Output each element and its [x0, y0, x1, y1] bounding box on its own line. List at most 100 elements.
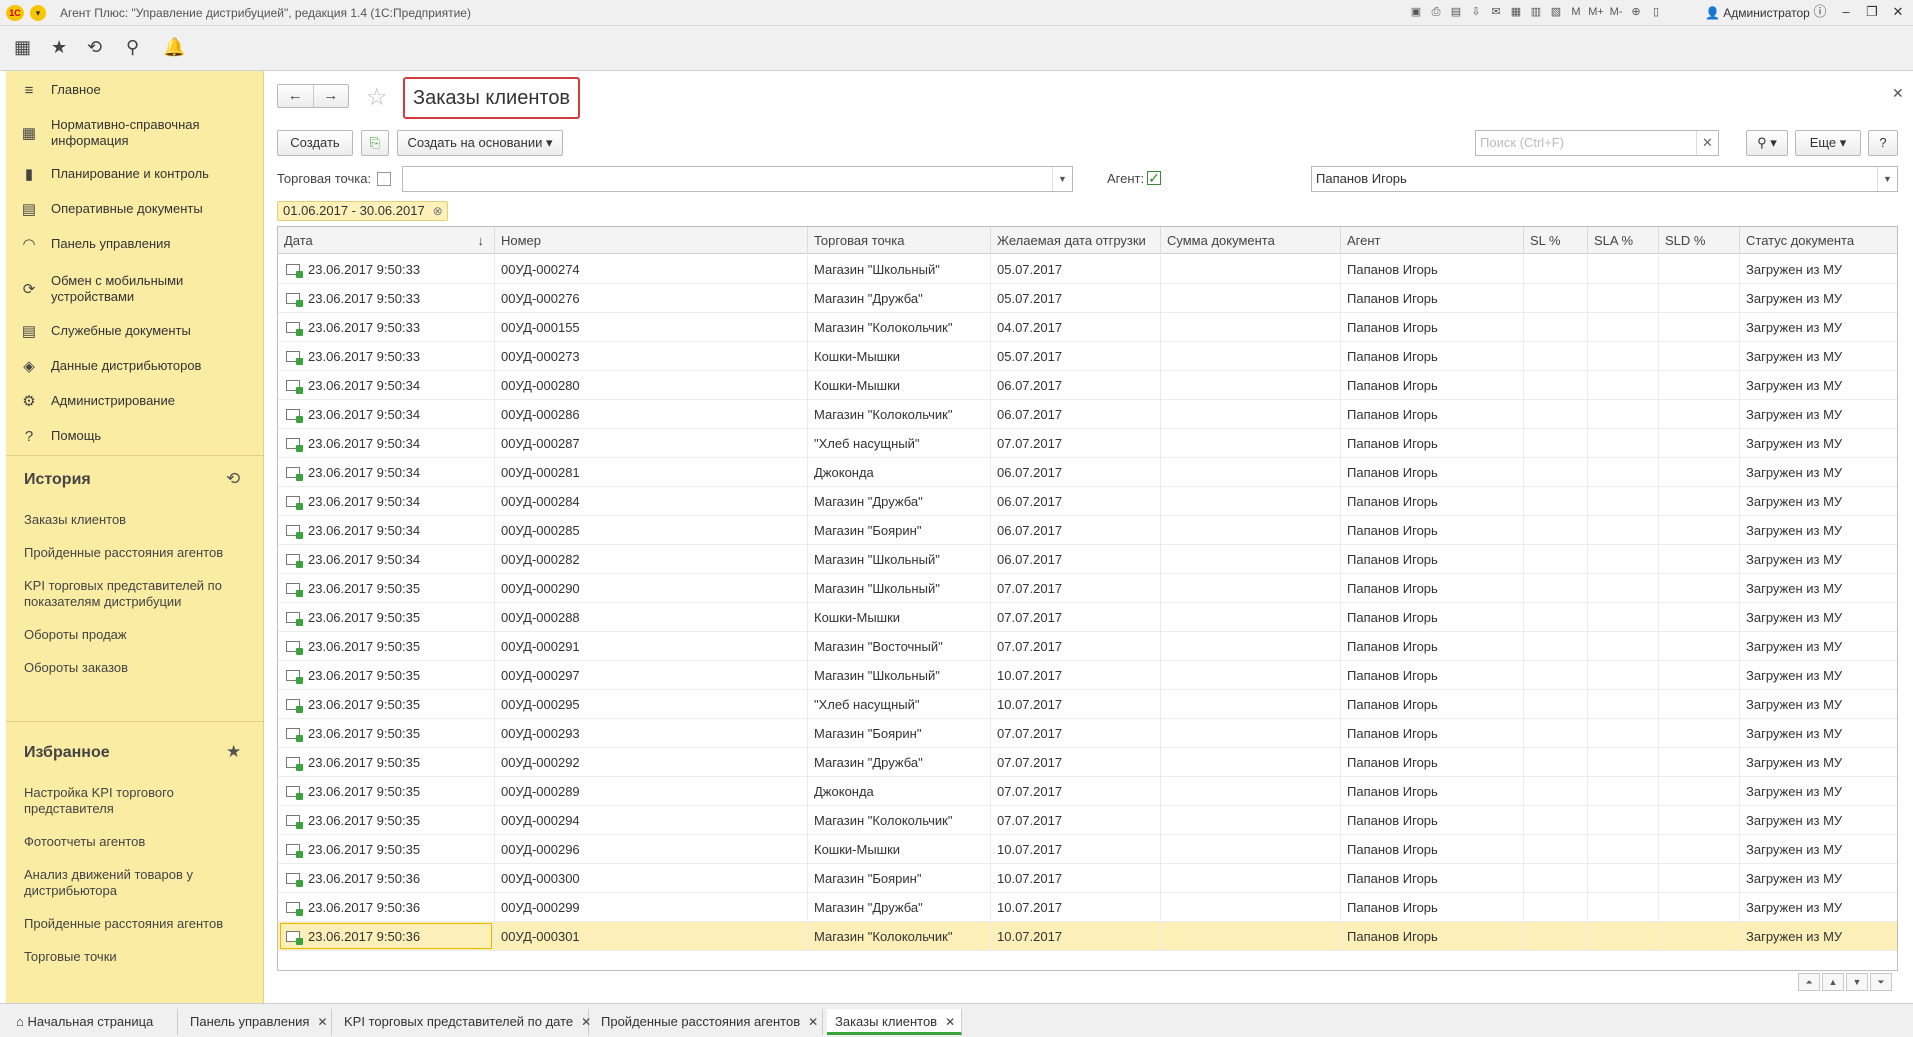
- main-menu-button[interactable]: ▾: [30, 5, 46, 21]
- column-header-ship-date[interactable]: Желаемая дата отгрузки: [991, 227, 1161, 254]
- tab-dashboard[interactable]: Панель управления ✕: [182, 1009, 332, 1035]
- history-icon[interactable]: ⟲: [226, 469, 240, 489]
- table-row[interactable]: 23.06.2017 9:50:34 00УД-000284 Магазин "Др…: [278, 487, 1897, 516]
- sidebar-item-operations[interactable]: ▤ Оперативные документы: [6, 200, 264, 218]
- sidebar-item-planning[interactable]: ▮ Планирование и контроль: [6, 165, 264, 183]
- tab-orders[interactable]: Заказы клиентов ✕: [827, 1009, 962, 1035]
- favorites-link[interactable]: Торговые точки: [24, 949, 249, 965]
- table-row[interactable]: 23.06.2017 9:50:35 00УД-000295 "Хлеб насущ…: [278, 690, 1897, 719]
- favorites-link[interactable]: Пройденные расстояния агентов: [24, 916, 249, 932]
- table-row[interactable]: 23.06.2017 9:50:34 00УД-000286 Магазин "Ко…: [278, 400, 1897, 429]
- sidebar-item-help[interactable]: ? Помощь: [6, 427, 264, 445]
- apps-grid-icon[interactable]: ▦: [14, 37, 31, 58]
- table-row[interactable]: 23.06.2017 9:50:35 00УД-000290 Магазин "Шк…: [278, 574, 1897, 603]
- memory-m-button[interactable]: M: [1568, 4, 1584, 20]
- sidebar-item-admin[interactable]: ⚙ Администрирование: [6, 392, 264, 410]
- close-tab-icon[interactable]: ✕: [945, 1015, 955, 1029]
- table-row[interactable]: 23.06.2017 9:50:34 00УД-000282 Магазин "Шк…: [278, 545, 1897, 574]
- table-row[interactable]: 23.06.2017 9:50:36 00УД-000299 Магазин "Др…: [278, 893, 1897, 922]
- print-preview-icon[interactable]: ▤: [1448, 4, 1464, 20]
- sidebar-item-dashboard[interactable]: ◠ Панель управления: [6, 235, 264, 253]
- agent-filter-field[interactable]: Папанов Игорь ▼: [1311, 166, 1898, 192]
- column-header-status[interactable]: Статус документа: [1740, 227, 1897, 254]
- table-row[interactable]: 23.06.2017 9:50:33 00УД-000273 Кошки-Мышки…: [278, 342, 1897, 371]
- clear-period-icon[interactable]: ⊗: [433, 202, 443, 220]
- scroll-up-button[interactable]: ▲: [1822, 973, 1844, 991]
- scroll-top-button[interactable]: ⏶: [1798, 973, 1820, 991]
- history-link[interactable]: Обороты заказов: [24, 660, 249, 676]
- column-header-date[interactable]: Дата ↓: [278, 227, 495, 254]
- memory-m-minus-button[interactable]: M-: [1608, 4, 1624, 20]
- sidebar-item-reference[interactable]: ▦ Нормативно-справочная информация: [6, 116, 264, 150]
- table-row[interactable]: 23.06.2017 9:50:34 00УД-000280 Кошки-Мышки…: [278, 371, 1897, 400]
- table-row[interactable]: 23.06.2017 9:50:35 00УД-000289 Джоконда 07.…: [278, 777, 1897, 806]
- maximize-button[interactable]: ❐: [1862, 3, 1882, 21]
- sidebar-item-service-docs[interactable]: ▤ Служебные документы: [6, 322, 264, 340]
- close-tab-icon[interactable]: ✕: [581, 1015, 591, 1029]
- zoom-icon[interactable]: ⊕: [1628, 4, 1644, 20]
- chevron-down-icon[interactable]: ▼: [1877, 167, 1897, 191]
- tab-kpi[interactable]: KPI торговых представителей по дате ✕: [336, 1009, 591, 1035]
- minimize-button[interactable]: –: [1836, 3, 1856, 21]
- sidebar-item-main[interactable]: ≡ Главное: [6, 81, 264, 99]
- column-header-sld[interactable]: SLD %: [1659, 227, 1740, 254]
- table-row[interactable]: 23.06.2017 9:50:35 00УД-000294 Магазин "Ко…: [278, 806, 1897, 835]
- search-input[interactable]: Поиск (Ctrl+F) ✕: [1475, 130, 1719, 156]
- help-button[interactable]: ?: [1868, 130, 1898, 156]
- favorites-link[interactable]: Настройка KPI торгового представителя: [24, 785, 249, 817]
- save-icon[interactable]: ▣: [1408, 4, 1424, 20]
- close-window-button[interactable]: ✕: [1888, 3, 1908, 21]
- table-row[interactable]: 23.06.2017 9:50:33 00УД-000276 Магазин "Др…: [278, 284, 1897, 313]
- add-favorite-star-icon[interactable]: ☆: [366, 83, 388, 112]
- table-row[interactable]: 23.06.2017 9:50:34 00УД-000281 Джоконда 06.…: [278, 458, 1897, 487]
- memory-m-plus-button[interactable]: M+: [1588, 4, 1604, 20]
- chevron-down-icon[interactable]: ▼: [1052, 167, 1072, 191]
- mail-icon[interactable]: ✉: [1488, 4, 1504, 20]
- copy-document-icon[interactable]: ⎘: [361, 130, 389, 156]
- table-icon[interactable]: ▦: [1508, 4, 1524, 20]
- print-icon[interactable]: ⎙: [1428, 4, 1444, 20]
- favorites-star-icon[interactable]: ★: [226, 742, 241, 762]
- period-filter-chip[interactable]: 01.06.2017 - 30.06.2017 ⊗: [277, 201, 448, 221]
- search-button[interactable]: ⚲ ▾: [1746, 130, 1788, 156]
- favorites-star-icon[interactable]: ★: [51, 37, 67, 58]
- forward-arrow-icon[interactable]: →: [314, 85, 349, 107]
- history-link[interactable]: Обороты продаж: [24, 627, 249, 643]
- column-header-sla[interactable]: SLA %: [1588, 227, 1659, 254]
- table-row[interactable]: 23.06.2017 9:50:35 00УД-000293 Магазин "Бо…: [278, 719, 1897, 748]
- tab-home[interactable]: ⌂ Начальная страница: [8, 1009, 178, 1035]
- history-link[interactable]: Заказы клиентов: [24, 512, 249, 528]
- create-button[interactable]: Создать: [277, 130, 353, 156]
- scroll-down-button[interactable]: ▼: [1846, 973, 1868, 991]
- calculator-icon[interactable]: ▧: [1548, 4, 1564, 20]
- history-link[interactable]: Пройденные расстояния агентов: [24, 545, 249, 561]
- more-button[interactable]: Еще ▾: [1795, 130, 1861, 156]
- favorites-link[interactable]: Фотоотчеты агентов: [24, 834, 249, 850]
- link-icon[interactable]: ⇩: [1468, 4, 1484, 20]
- column-header-amount[interactable]: Сумма документа: [1161, 227, 1341, 254]
- close-tab-icon[interactable]: ✕: [808, 1015, 818, 1029]
- column-header-agent[interactable]: Агент: [1341, 227, 1524, 254]
- sidebar-item-mobile-exchange[interactable]: ⟳ Обмен с мобильными устройствами: [6, 272, 264, 306]
- agent-filter-checkbox[interactable]: ✓: [1147, 171, 1161, 185]
- outlet-filter-field[interactable]: ▼: [402, 166, 1073, 192]
- history-link[interactable]: KPI торговых представителей по показател…: [24, 578, 249, 610]
- close-form-icon[interactable]: ✕: [1892, 85, 1904, 102]
- table-row[interactable]: 23.06.2017 9:50:36 00УД-000300 Магазин "Бо…: [278, 864, 1897, 893]
- column-header-sl[interactable]: SL %: [1524, 227, 1588, 254]
- scroll-bottom-button[interactable]: ⏷: [1870, 973, 1892, 991]
- create-based-on-button[interactable]: Создать на основании ▾: [397, 130, 563, 156]
- close-tab-icon[interactable]: ✕: [317, 1015, 327, 1029]
- user-name[interactable]: 👤 Администратор: [1705, 6, 1810, 20]
- table-row[interactable]: 23.06.2017 9:50:33 00УД-000155 Магазин "Ко…: [278, 313, 1897, 342]
- table-row[interactable]: 23.06.2017 9:50:34 00УД-000285 Магазин "Бо…: [278, 516, 1897, 545]
- clear-search-icon[interactable]: ✕: [1696, 131, 1718, 155]
- table-row[interactable]: 23.06.2017 9:50:36 00УД-000301 Магазин "Ко…: [278, 922, 1897, 951]
- sidebar-item-distributor-data[interactable]: ◈ Данные дистрибьюторов: [6, 357, 264, 375]
- history-icon[interactable]: ⟲: [87, 37, 102, 58]
- favorites-link[interactable]: Анализ движений товаров у дистрибьютора: [24, 867, 249, 899]
- table-row[interactable]: 23.06.2017 9:50:35 00УД-000288 Кошки-Мышки…: [278, 603, 1897, 632]
- info-icon[interactable]: ⓘ: [1810, 3, 1830, 21]
- panel-icon[interactable]: ▯: [1648, 4, 1664, 20]
- tab-distances[interactable]: Пройденные расстояния агентов ✕: [593, 1009, 823, 1035]
